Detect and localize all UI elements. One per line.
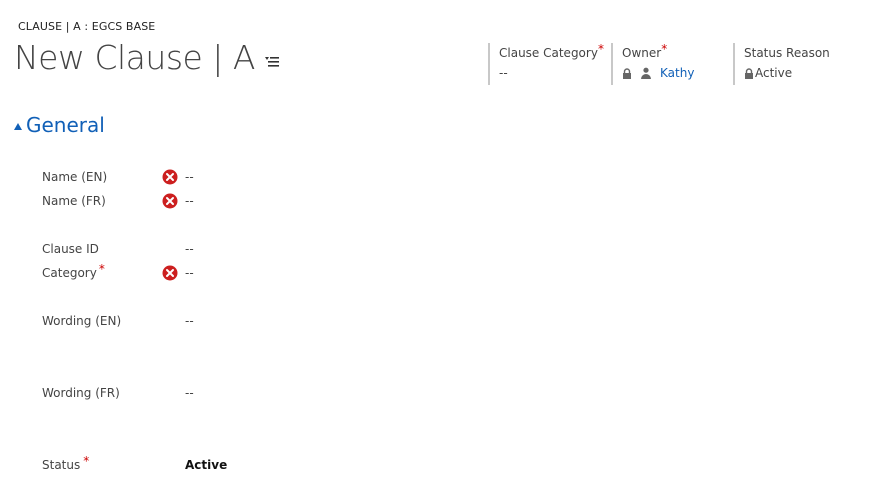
- field-category: Category * --: [42, 262, 342, 284]
- error-circle-icon: [162, 265, 178, 281]
- field-label: Clause ID: [42, 242, 99, 256]
- required-indicator: *: [83, 454, 90, 468]
- field-value[interactable]: --: [185, 266, 194, 280]
- user-icon: [641, 67, 651, 79]
- header-owner: Owner* Kathy: [611, 42, 733, 85]
- required-indicator: *: [98, 262, 105, 276]
- field-name-en: Name (EN) --: [42, 168, 342, 188]
- field-label: Wording (EN): [42, 314, 122, 328]
- page-title: New Clause | A: [14, 38, 255, 77]
- field-label: Name (FR): [42, 194, 106, 208]
- title-row: New Clause | A: [14, 38, 279, 77]
- header-fields: Clause Category* -- Owner* Kathy Status …: [488, 42, 864, 85]
- breadcrumb: CLAUSE | A : EGCS BASE: [18, 20, 156, 33]
- field-label: Wording (FR): [42, 386, 120, 400]
- error-circle-icon: [162, 169, 178, 185]
- required-indicator: *: [661, 42, 668, 56]
- owner-link[interactable]: Kathy: [660, 66, 694, 80]
- clause-category-label: Clause Category: [499, 46, 598, 60]
- error-circle-icon: [162, 193, 178, 209]
- owner-label: Owner: [622, 46, 662, 60]
- status-reason-label: Status Reason: [744, 46, 830, 60]
- clause-category-value[interactable]: --: [499, 66, 611, 80]
- field-label: Status: [42, 458, 81, 472]
- collapse-triangle-icon[interactable]: [14, 122, 22, 130]
- field-name-fr: Name (FR) --: [42, 192, 342, 212]
- field-label: Name (EN): [42, 170, 108, 184]
- form-menu-icon[interactable]: [264, 54, 279, 68]
- status-reason-value: Active: [755, 66, 793, 80]
- header-status-reason: Status Reason Active: [733, 43, 864, 85]
- field-wording-en: Wording (EN) --: [42, 312, 342, 332]
- field-value[interactable]: --: [185, 314, 194, 328]
- section-general-header[interactable]: General: [14, 113, 105, 137]
- field-value[interactable]: --: [185, 242, 194, 256]
- section-title: General: [26, 113, 105, 137]
- field-status: Status * Active: [42, 454, 342, 476]
- lock-icon: [745, 67, 753, 79]
- header-clause-category[interactable]: Clause Category* --: [488, 42, 611, 85]
- lock-icon: [623, 67, 631, 79]
- field-value[interactable]: --: [185, 386, 194, 400]
- field-wording-fr: Wording (FR) --: [42, 384, 342, 404]
- field-label: Category: [42, 266, 97, 280]
- field-value[interactable]: --: [185, 170, 194, 184]
- field-value[interactable]: --: [185, 194, 194, 208]
- required-indicator: *: [597, 42, 604, 56]
- field-value[interactable]: Active: [185, 458, 227, 472]
- field-clause-id: Clause ID --: [42, 240, 342, 260]
